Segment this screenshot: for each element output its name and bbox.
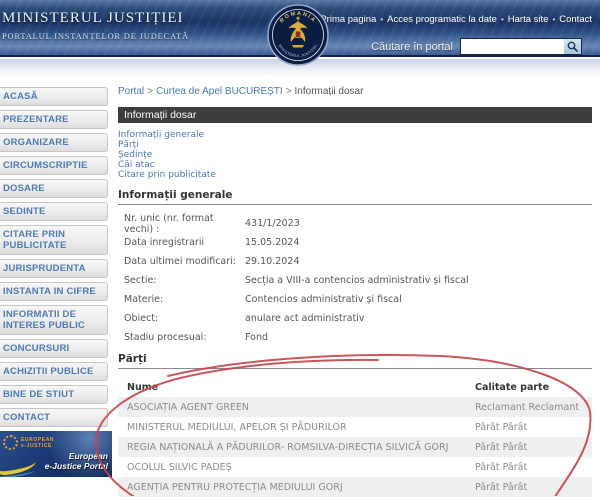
column-header-nume: Nume (118, 382, 475, 393)
table-row: OCOLUL SILVIC PADEȘ Pârât Pârât (118, 457, 592, 477)
breadcrumb-portal[interactable]: Portal (118, 86, 144, 97)
ejustice-banner[interactable]: EUROPEAN e-JUSTICE European e-Justice Po… (0, 431, 112, 477)
search-icon (567, 41, 578, 52)
info-row-data-inregistrarii: Data inregistrarii 15.05.2024 (118, 233, 592, 252)
info-row-sectie: Sectie: Secția a VIII-a contencios admin… (118, 271, 592, 290)
sidebar-item-citare-prin-publicitate[interactable]: CITARE PRIN PUBLICITATE (0, 225, 108, 255)
brand-block: MINISTERUL JUSTIȚIEI PORTALUL INSTANȚELO… (2, 10, 189, 41)
romania-emblem: ROMANIA MINISTERUL JUSTIȚIEI (265, 4, 331, 73)
search-box (460, 38, 582, 55)
link-sedinte[interactable]: Ședințe (118, 150, 592, 160)
breadcrumb-court[interactable]: Curtea de Apel BUCUREȘTI (156, 86, 283, 97)
sidebar-item-dosare[interactable]: DOSARE (0, 179, 108, 198)
info-row-obiect: Obiect: anulare act administrativ (118, 309, 592, 328)
sidebar-item-instanta-in-cifre[interactable]: INSTANTA IN CIFRE (0, 282, 108, 301)
ejustice-logo-line2: e-JUSTICE (21, 443, 52, 449)
info-row-stadiu-procesual: Stadiu procesual: Fond (118, 328, 592, 347)
sidebar-item-bine-de-stiut[interactable]: BINE DE STIUT (0, 385, 108, 404)
general-info-heading: Informații generale (118, 189, 592, 205)
info-row-nr-unic: Nr. unic (nr. format vechi) : 431/1/2023 (118, 214, 592, 233)
nav-separator (552, 14, 555, 25)
parties-table: Nume Calitate parte ASOCIAȚIA AGENT GREE… (118, 377, 592, 497)
breadcrumb-separator (147, 86, 153, 97)
sidebar-item-informatii-interes-public[interactable]: INFORMATII DE INTERES PUBLIC (0, 305, 108, 335)
search-button[interactable] (564, 39, 581, 54)
sidebar-item-achizitii-publice[interactable]: ACHIZITII PUBLICE (0, 362, 108, 381)
sidebar-item-circumscriptie[interactable]: CIRCUMSCRIPTIE (0, 156, 108, 175)
table-row: ASOCIAȚIA AGENT GREEN Reclamant Reclaman… (118, 397, 592, 417)
sidebar-item-acasa[interactable]: ACASĂ (0, 87, 108, 106)
site-title: MINISTERUL JUSTIȚIEI (2, 10, 189, 27)
top-navigation: Prima paginaAcces programatic la dateHar… (320, 14, 592, 25)
sidebar-item-concursuri[interactable]: CONCURSURI (0, 339, 108, 358)
sidebar-item-contact[interactable]: CONTACT (0, 408, 108, 427)
link-parti[interactable]: Părți (118, 140, 592, 150)
breadcrumb-current: Informații dosar (295, 86, 364, 97)
ejustice-logo-icon (3, 435, 18, 450)
general-info-list: Nr. unic (nr. format vechi) : 431/1/2023… (118, 214, 592, 347)
ejustice-caption: European e-Justice Portal (45, 452, 108, 471)
link-informatii-generale[interactable]: Informații generale (118, 130, 592, 140)
table-row: MINISTERUL MEDIULUI, APELOR ȘI PĂDURILOR… (118, 417, 592, 437)
ejustice-logo: EUROPEAN e-JUSTICE (3, 435, 54, 450)
nav-harta-site[interactable]: Harta site (508, 14, 549, 25)
table-row: AGENȚIA PENTRU PROTECȚIA MEDIULUI GORJ P… (118, 477, 592, 497)
nav-separator (380, 14, 383, 25)
breadcrumb: Portal Curtea de Apel BUCUREȘTI Informații… (118, 86, 592, 97)
search-row: Căutare în portal (371, 38, 582, 55)
page-title-bar: Informații dosar (118, 107, 592, 123)
ejustice-swoosh-decoration (0, 458, 37, 476)
main-content: Portal Curtea de Apel BUCUREȘTI Informații… (118, 86, 592, 497)
parties-header-row: Nume Calitate parte (118, 377, 592, 397)
info-row-data-ultimei-modificari: Data ultimei modificari: 29.10.2024 (118, 252, 592, 271)
link-cai-atac[interactable]: Căi atac (118, 160, 592, 170)
nav-contact[interactable]: Contact (559, 14, 592, 25)
column-header-calitate-parte: Calitate parte (475, 382, 592, 393)
nav-separator (501, 14, 504, 25)
sidebar-item-sedinte[interactable]: SEDINTE (0, 202, 108, 221)
parties-heading: Părți (118, 353, 592, 369)
nav-acces-programatic[interactable]: Acces programatic la date (387, 14, 497, 25)
search-label: Căutare în portal (371, 41, 453, 53)
sidebar-item-jurisprudenta[interactable]: JURISPRUDENTA (0, 259, 108, 278)
sidebar-item-organizare[interactable]: ORGANIZARE (0, 133, 108, 152)
link-citare-prin-publicitate[interactable]: Citare prin publicitate (118, 170, 592, 180)
info-row-materie: Materie: Contencios administrativ și fis… (118, 290, 592, 309)
sidebar-item-prezentare[interactable]: PREZENTARE (0, 110, 108, 129)
site-subtitle: PORTALUL INSTANȚELOR DE JUDECATĂ (2, 31, 189, 41)
search-input[interactable] (461, 39, 564, 54)
sidebar: ACASĂ PREZENTARE ORGANIZARE CIRCUMSCRIPT… (0, 87, 112, 477)
table-row: REGIA NAȚIONALĂ A PĂDURILOR- ROMSILVA-DI… (118, 437, 592, 457)
breadcrumb-separator (286, 86, 292, 97)
quick-links: Informații generale Părți Ședințe Căi at… (118, 130, 592, 180)
